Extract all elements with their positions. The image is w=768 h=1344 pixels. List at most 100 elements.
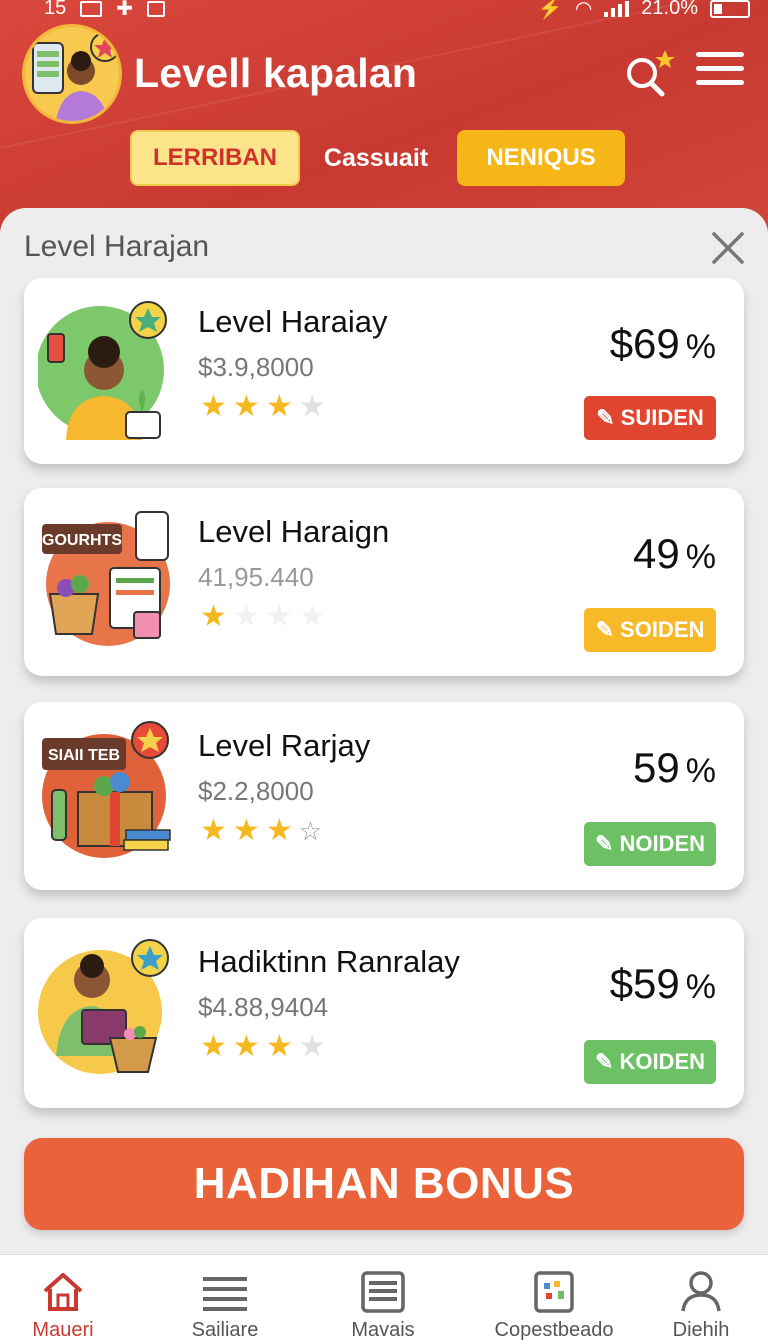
- card-title: Level Haraign: [198, 514, 390, 549]
- nav-label: Mavais: [351, 1319, 415, 1341]
- star-icon: ★: [298, 1030, 326, 1063]
- gift-box-icon: SIAII TEB: [42, 721, 171, 858]
- board-icon: [534, 1271, 574, 1313]
- card-action-button[interactable]: ✎ NOIDEN: [584, 822, 716, 866]
- offer-card[interactable]: SIAII TEB Level Rarjay $2.2,8000 ★ ★ ★ ☆…: [24, 702, 744, 890]
- star-outline-icon: ☆: [298, 816, 323, 846]
- card-subtitle: $4.88,9404: [198, 992, 329, 1022]
- offers-sheet: Level Harajan Level Haraiay $3.9,8000 ★: [0, 208, 768, 1268]
- tab-cassuait[interactable]: Cassuait: [316, 130, 436, 186]
- menu-button[interactable]: [696, 52, 744, 96]
- home-icon: [43, 1273, 83, 1311]
- offer-card[interactable]: Level Haraiay $3.9,8000 ★ ★ ★ ★ $69% ✎ SU…: [24, 278, 744, 464]
- star-icon: ★: [298, 390, 326, 423]
- battery-text: 21.0%: [641, 0, 698, 19]
- offer-card[interactable]: GOURHTS Level Haraign 41,95.440 ★ ★ ★ ★ …: [24, 488, 744, 676]
- status-bar: 15 ✚ ⚡ ◠ 21.0%: [0, 0, 768, 22]
- profile-icon: [681, 1271, 721, 1312]
- search-button[interactable]: [620, 50, 680, 100]
- pencil-icon: ✎: [595, 617, 615, 642]
- card-value: $59%: [610, 960, 716, 1008]
- star-rating: ★ ★ ★ ★: [200, 392, 326, 422]
- card-title: Level Haraiay: [198, 304, 388, 339]
- star-icon: ★: [265, 1030, 293, 1063]
- star-icon: ★: [232, 600, 260, 633]
- card-action-button[interactable]: ✎ SUIDEN: [584, 396, 716, 440]
- card-action-button[interactable]: ✎ KOIDEN: [584, 1040, 716, 1084]
- value-number: $69: [609, 320, 680, 367]
- offer-card[interactable]: Hadiktinn Ranralay $4.88,9404 ★ ★ ★ ★ $5…: [24, 918, 744, 1108]
- card-value: $69%: [610, 320, 716, 368]
- illustration-badge-text: GOURHTS: [42, 532, 122, 549]
- close-button[interactable]: [708, 228, 748, 268]
- document-icon: [361, 1271, 405, 1313]
- illustration-badge-text: SIAII TEB: [48, 747, 120, 764]
- tab-lerriban[interactable]: LERRIBAN: [130, 130, 300, 186]
- calendar-icon: [80, 0, 103, 17]
- card-action-button[interactable]: ✎ SOIDEN: [584, 608, 716, 652]
- card-illustration: GOURHTS: [38, 508, 178, 648]
- value-unit: %: [685, 968, 716, 1006]
- card-subtitle: $2.2,8000: [198, 776, 314, 806]
- nav-label: Copestbeado: [494, 1319, 614, 1341]
- nav-label: Sailiare: [191, 1319, 259, 1341]
- app-title: Levell kapalan: [134, 50, 418, 96]
- card-value: 59%: [633, 744, 716, 792]
- star-rating: ★ ★ ★ ★: [200, 602, 326, 632]
- button-label: SOIDEN: [620, 617, 705, 642]
- button-label: KOIDEN: [619, 1049, 705, 1074]
- nav-item-profile[interactable]: Diehih: [626, 1255, 768, 1344]
- close-icon: [712, 232, 744, 264]
- star-icon: ★: [200, 814, 227, 847]
- card-title: Level Rarjay: [198, 728, 371, 763]
- value-unit: %: [685, 328, 716, 366]
- nav-item-board[interactable]: Copestbeado: [474, 1255, 634, 1344]
- pencil-icon: ✎: [595, 831, 614, 856]
- avatar[interactable]: [22, 24, 122, 124]
- value-number: 59: [633, 744, 680, 791]
- star-icon: ★: [232, 1030, 260, 1063]
- basket-with-phone-icon: GOURHTS: [42, 511, 170, 646]
- edit-icon: [147, 0, 166, 17]
- card-subtitle: 41,95.440: [198, 562, 314, 592]
- star-icon: ★: [200, 600, 227, 633]
- card-illustration: [36, 300, 178, 440]
- star-icon: ★: [200, 1030, 227, 1063]
- star-icon: ★: [232, 390, 260, 423]
- battery-icon: [710, 0, 750, 18]
- bonus-button[interactable]: HADIHAN BONUS: [24, 1138, 744, 1230]
- signal-icon: [604, 0, 630, 17]
- nav-item-list[interactable]: Sailiare: [150, 1255, 300, 1344]
- pencil-icon: ✎: [596, 405, 615, 430]
- star-rating: ★ ★ ★ ★: [200, 1032, 326, 1062]
- button-label: NOIDEN: [619, 831, 705, 856]
- tab-neniqus[interactable]: NENIQUS: [457, 130, 625, 186]
- card-illustration: SIAII TEB: [38, 720, 178, 860]
- star-icon: ★: [232, 814, 260, 847]
- puzzle-icon: ✚: [116, 0, 134, 20]
- value-unit: %: [685, 538, 716, 576]
- person-with-star-icon: [36, 301, 167, 440]
- app-header: 15 ✚ ⚡ ◠ 21.0% Levell kapalan LERRIBAN C…: [0, 0, 768, 240]
- status-time: 15: [44, 0, 67, 19]
- star-icon: ★: [265, 390, 293, 423]
- star-icon: ★: [265, 814, 293, 847]
- star-rating: ★ ★ ★ ☆: [200, 814, 323, 847]
- nav-item-document[interactable]: Mavais: [308, 1255, 458, 1344]
- card-subtitle: $3.9,8000: [198, 352, 314, 382]
- star-icon: ★: [298, 600, 326, 633]
- card-value: 49%: [633, 530, 716, 578]
- button-label: SUIDEN: [620, 405, 704, 430]
- star-icon: ★: [265, 600, 293, 633]
- list-icon: [203, 1277, 247, 1311]
- person-with-phone-icon: [25, 27, 119, 121]
- bolt-icon: ⚡: [537, 0, 563, 20]
- search-icon: [627, 50, 675, 97]
- value-number: 49: [633, 530, 680, 577]
- value-number: $59: [609, 960, 680, 1007]
- nav-label: Diehih: [672, 1319, 730, 1341]
- pencil-icon: ✎: [595, 1049, 614, 1074]
- bottom-navigation: Maueri Sailiare Mavais Copestbeado Diehi…: [0, 1254, 768, 1344]
- hamburger-icon: [696, 52, 744, 85]
- nav-item-home[interactable]: Maueri: [0, 1255, 138, 1344]
